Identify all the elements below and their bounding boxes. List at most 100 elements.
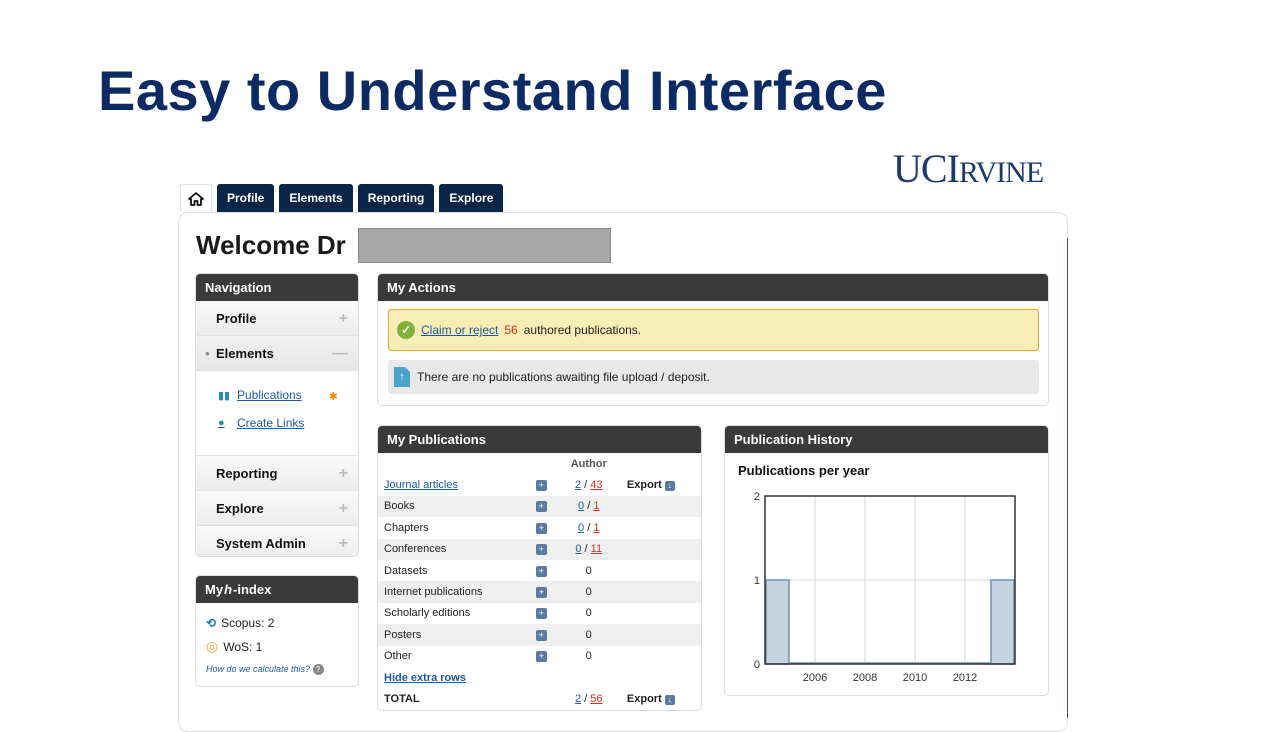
wos-hindex: ◎ WoS: 1 xyxy=(206,638,263,654)
navigation-title: Navigation xyxy=(196,274,358,301)
x-tick-label: 2010 xyxy=(903,672,927,684)
add-icon[interactable]: + xyxy=(535,608,547,620)
pub-count[interactable]: 2 / 43 xyxy=(557,474,621,495)
add-icon[interactable]: + xyxy=(535,522,547,534)
actions-panel: My Actions ✓ Claim or reject 56 authored… xyxy=(377,273,1049,406)
nav-item-reporting[interactable]: Reporting + xyxy=(196,456,358,491)
x-tick-label: 2012 xyxy=(953,672,977,684)
pub-count[interactable]: 0 / 1 xyxy=(556,495,621,518)
hindex-help-link[interactable]: How do we calculate this? ? xyxy=(206,664,324,675)
star-icon: ✱ xyxy=(328,391,338,403)
tab-explore[interactable]: Explore xyxy=(439,184,504,212)
download-icon: ↓ xyxy=(664,481,675,492)
claim-alert: ✓ Claim or reject 56 authored publicatio… xyxy=(388,309,1039,351)
welcome-heading: Welcome Dr xyxy=(196,230,346,260)
export-button xyxy=(620,624,701,646)
nav-item-explore[interactable]: Explore + xyxy=(196,491,358,526)
uc-irvine-logo: UCIRVINE xyxy=(893,146,1044,191)
bar xyxy=(990,579,1015,665)
add-icon[interactable]: + xyxy=(535,587,547,599)
actions-title: My Actions xyxy=(378,274,1048,301)
expand-icon: + xyxy=(338,500,348,517)
publications-table: Author Journal articles +2 / 43 Export ↓ Boo… xyxy=(378,453,701,710)
export-button xyxy=(621,560,701,581)
x-tick-label: 2008 xyxy=(853,672,877,684)
download-icon: ↓ xyxy=(664,694,675,705)
expand-icon: + xyxy=(338,465,348,482)
help-icon: ? xyxy=(312,664,324,675)
add-icon[interactable]: + xyxy=(535,565,547,577)
pub-type-label: Other xyxy=(384,650,412,663)
publications-title: My Publications xyxy=(378,426,701,453)
nav-item-system-admin[interactable]: System Admin + xyxy=(196,526,358,556)
export-button xyxy=(620,538,701,560)
upload-alert: ↑ There are no publications awaiting fil… xyxy=(388,360,1039,394)
history-title: Publication History xyxy=(725,426,1048,453)
table-row: Datasets +0 xyxy=(378,560,701,581)
hide-extra-rows-link[interactable]: Hide extra rows xyxy=(384,672,466,684)
tab-home[interactable] xyxy=(180,184,212,212)
add-icon[interactable]: + xyxy=(535,480,547,492)
tab-reporting[interactable]: Reporting xyxy=(357,184,435,212)
export-button xyxy=(621,517,701,538)
pub-count[interactable]: 0 / 1 xyxy=(557,517,621,538)
export-button xyxy=(621,603,701,624)
pub-count[interactable]: 0 / 11 xyxy=(556,538,621,560)
pub-type-label: Internet publications xyxy=(378,581,526,603)
add-icon[interactable]: + xyxy=(535,651,547,663)
pub-count: 0 xyxy=(585,564,592,577)
claim-link[interactable]: Claim or reject xyxy=(421,323,498,337)
check-icon: ✓ xyxy=(397,321,415,339)
export-button xyxy=(620,495,701,518)
add-icon[interactable]: + xyxy=(535,629,547,641)
pub-type-label: Datasets xyxy=(384,564,428,577)
claim-count: 56 xyxy=(504,323,518,337)
redacted-name xyxy=(358,228,611,263)
pub-type-label: Chapters xyxy=(384,521,429,534)
add-icon[interactable]: + xyxy=(535,544,547,556)
upload-icon: ↑ xyxy=(394,367,410,387)
collapse-icon: — xyxy=(332,345,348,362)
pub-type-label: Scholarly editions xyxy=(384,607,471,620)
add-icon[interactable]: + xyxy=(535,501,547,513)
expand-icon: + xyxy=(338,310,348,327)
table-row: Posters +0 xyxy=(378,624,701,646)
nav-item-profile[interactable]: Profile + xyxy=(196,301,358,336)
upload-text: There are no publications awaiting file … xyxy=(417,370,710,384)
bullet-icon: ● xyxy=(205,349,210,358)
table-row: Internet publications +0 xyxy=(378,581,701,603)
nav-sub-publications[interactable]: ▮▮ Publications xyxy=(218,388,302,402)
frame-divider xyxy=(1067,238,1068,718)
table-row: Journal articles +2 / 43 Export ↓ xyxy=(378,474,701,495)
export-button[interactable]: Export ↓ xyxy=(621,474,701,495)
tab-elements[interactable]: Elements xyxy=(279,184,353,212)
export-button xyxy=(621,646,701,667)
nav-sub-create-links[interactable]: ● Create Links xyxy=(218,416,304,430)
claim-text: authored publications. xyxy=(523,323,642,337)
pub-type-label: Posters xyxy=(378,624,526,646)
publications-panel: My Publications Author Journal articles +… xyxy=(377,425,702,711)
tab-profile[interactable]: Profile xyxy=(217,184,275,212)
pub-type-label[interactable]: Journal articles xyxy=(378,474,526,495)
pub-type-label: Books xyxy=(378,495,526,518)
scopus-icon: ⟲ xyxy=(206,616,217,630)
nav-item-elements[interactable]: ● Elements — xyxy=(196,336,358,371)
elements-submenu: ▮▮ Publications ✱ ● Create Links xyxy=(196,371,358,456)
books-icon: ▮▮ xyxy=(218,389,231,402)
export-button xyxy=(620,581,701,603)
table-row: Scholarly editions +0 xyxy=(378,603,701,624)
y-tick-label: 1 xyxy=(754,575,760,587)
slide-title: Easy to Understand Interface xyxy=(98,59,887,122)
link-icon: ● xyxy=(218,417,225,429)
y-tick-label: 2 xyxy=(754,491,760,503)
publications-chart: 0 1 2 2006 2008 2010 2012 xyxy=(754,491,1016,684)
scopus-hindex: ⟲ Scopus: 2 xyxy=(206,616,275,630)
table-row: Conferences +0 / 11 xyxy=(378,538,701,560)
wos-icon: ◎ xyxy=(206,638,219,654)
x-tick-label: 2006 xyxy=(803,672,827,684)
export-total-button[interactable]: Export ↓ xyxy=(620,688,701,710)
home-icon xyxy=(188,191,204,206)
pub-count: 0 xyxy=(585,650,592,663)
hindex-panel: My h -index ⟲ Scopus: 2 ◎ WoS: 1 How do we … xyxy=(195,575,359,687)
total-count: 2 / 56 xyxy=(556,688,621,710)
